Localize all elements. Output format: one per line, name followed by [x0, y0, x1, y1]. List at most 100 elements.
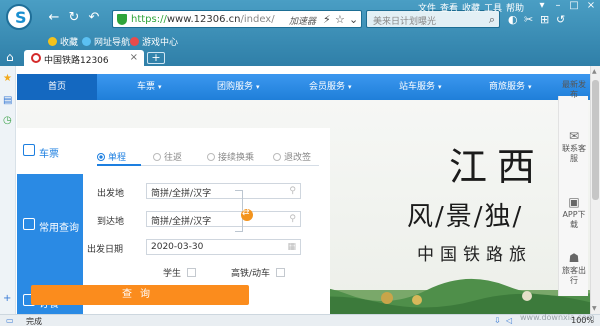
- bookmark-favorites[interactable]: 收藏: [48, 35, 78, 48]
- to-label: 到达地: [97, 217, 125, 227]
- trip-tab-label: 接续换乘: [218, 153, 255, 163]
- dropdown-icon[interactable]: ⌄: [349, 13, 358, 26]
- extension-icon[interactable]: ◐: [508, 13, 518, 26]
- refresh-icon[interactable]: ↻: [66, 10, 82, 26]
- grid-icon[interactable]: ⊞: [540, 13, 549, 26]
- url-scheme: https://: [131, 14, 167, 25]
- minimize-icon[interactable]: –: [550, 0, 566, 12]
- student-label: 学生: [163, 269, 182, 279]
- travel-info-button[interactable]: ☗ 旅客出行: [559, 252, 589, 286]
- page-icon: ▭: [6, 316, 14, 325]
- tab-12306[interactable]: 中国铁路12306 ×: [24, 50, 144, 66]
- status-text: 完成: [26, 317, 42, 326]
- from-station-input[interactable]: 简拼/全拼/汉字 ⚲: [146, 183, 301, 199]
- from-label: 出发地: [97, 189, 125, 199]
- skin-icon[interactable]: ▾: [534, 0, 550, 12]
- url-text: https://www.12306.cn/index/: [131, 14, 275, 25]
- scroll-down-icon[interactable]: ▼: [592, 305, 597, 312]
- chat-icon: ✉: [568, 129, 580, 143]
- undo-icon[interactable]: ↶: [86, 10, 102, 26]
- download-icon[interactable]: ⇩: [494, 316, 501, 325]
- nav-business[interactable]: 商旅服务 ▾: [489, 74, 532, 100]
- app-download-button[interactable]: ▣ APP下载: [559, 196, 589, 230]
- browser-logo[interactable]: [6, 4, 32, 30]
- lightning-icon[interactable]: ⚡: [323, 13, 331, 26]
- contact-service-button[interactable]: ✉ 联系客服: [559, 130, 589, 164]
- tab-common-query[interactable]: 常用查询: [17, 202, 83, 248]
- search-icon[interactable]: ⌕: [489, 13, 495, 27]
- highspeed-checkbox[interactable]: 高铁/动车: [231, 266, 286, 279]
- query-button[interactable]: 查询: [31, 285, 249, 305]
- history-clock-icon[interactable]: ◷: [3, 116, 13, 126]
- location-pin-icon: ⚲: [289, 214, 296, 224]
- menu-file[interactable]: 文件: [418, 1, 436, 14]
- nav-label: 车票: [137, 82, 156, 92]
- back-icon[interactable]: ←: [46, 10, 62, 26]
- menu-tools[interactable]: 工具: [484, 1, 502, 14]
- close-icon[interactable]: ×: [583, 0, 599, 12]
- reader-icon[interactable]: ▤: [3, 96, 13, 106]
- nav-home[interactable]: 首页: [17, 74, 97, 100]
- web-page: 首页 车票 ▾ 团购服务 ▾ 会员服务 ▾ 站车服务 ▾ 商旅服务 ▾ 江西 风/景/独/…: [17, 66, 590, 314]
- cut-icon[interactable]: ✂: [524, 13, 533, 26]
- panel-label: 旅客出行: [562, 266, 586, 285]
- to-station-input[interactable]: 简拼/全拼/汉字 ⚲: [146, 211, 301, 227]
- date-label: 出发日期: [87, 245, 124, 255]
- panel-label: 最新发布: [562, 80, 586, 99]
- tab-title: 中国铁路12306: [44, 56, 109, 66]
- railway-logo-icon: [31, 53, 41, 63]
- trip-tab-label: 单程: [108, 153, 127, 163]
- radio-icon: [97, 153, 105, 161]
- chevron-down-icon: ▾: [158, 83, 162, 91]
- tab-close-icon[interactable]: ×: [130, 52, 138, 63]
- address-bar[interactable]: https://www.12306.cn/index/ 加速器 ⚡ ☆ ⌄: [112, 10, 362, 28]
- url-path: /index/: [240, 14, 275, 25]
- bookmark-nav[interactable]: 网址导航: [82, 35, 130, 48]
- star-icon: [48, 37, 57, 46]
- search-placeholder: 美来日计划曝光: [373, 17, 437, 27]
- chevron-down-icon: ▾: [348, 83, 352, 91]
- student-checkbox[interactable]: 学生: [163, 266, 197, 279]
- left-sidebar: ★ ▤ ◷ +: [0, 66, 16, 314]
- swap-stations-button[interactable]: [241, 208, 253, 221]
- new-tab-button[interactable]: +: [147, 52, 165, 64]
- security-shield-icon: [117, 14, 127, 25]
- bookmark-games[interactable]: 游戏中心: [130, 35, 178, 48]
- chevron-down-icon: ▾: [438, 83, 442, 91]
- nav-label: 会员服务: [309, 82, 346, 92]
- ticket-icon: [23, 144, 35, 156]
- chevron-down-icon: ▾: [256, 83, 260, 91]
- scroll-up-icon[interactable]: ▲: [592, 68, 597, 75]
- checkbox-icon: [276, 268, 286, 277]
- trip-tab-label: 往返: [164, 153, 183, 163]
- nav-member[interactable]: 会员服务 ▾: [309, 74, 352, 100]
- tab-transfer[interactable]: 接续换乘: [207, 150, 254, 163]
- nav-tickets[interactable]: 车票 ▾: [137, 74, 162, 100]
- date-input[interactable]: 2020-03-30 ▦: [146, 239, 301, 255]
- tab-one-way[interactable]: 单程: [97, 150, 142, 166]
- star-icon[interactable]: ☆: [335, 13, 345, 26]
- nav-station[interactable]: 站车服务 ▾: [399, 74, 442, 100]
- zoom-level[interactable]: 100%: [571, 316, 594, 325]
- volume-icon[interactable]: ◁: [506, 316, 512, 325]
- maximize-icon[interactable]: □: [566, 0, 582, 12]
- radio-icon: [273, 153, 281, 161]
- tab-round-trip[interactable]: 往返: [153, 150, 182, 163]
- menu-view[interactable]: 查看: [440, 1, 458, 14]
- add-sidebar-icon[interactable]: +: [3, 294, 13, 304]
- calendar-icon[interactable]: ▦: [287, 242, 296, 252]
- undo-close-icon[interactable]: ↺: [556, 13, 565, 26]
- accelerator-label[interactable]: 加速器: [289, 14, 316, 27]
- tab-refund[interactable]: 退改签: [273, 150, 311, 163]
- latest-news-button[interactable]: 最新发布: [559, 80, 589, 100]
- favorites-star-icon[interactable]: ★: [3, 74, 13, 84]
- tab-tickets[interactable]: 车票: [17, 128, 83, 174]
- hero-subtitle: 风/景/独/: [407, 202, 524, 232]
- nav-group[interactable]: 团购服务 ▾: [217, 74, 260, 100]
- nav-label: 商旅服务: [489, 82, 526, 92]
- home-icon[interactable]: ⌂: [6, 50, 14, 64]
- menu-favorites[interactable]: 收藏: [462, 1, 480, 14]
- checkbox-icon: [187, 268, 197, 277]
- scroll-thumb[interactable]: [592, 80, 599, 200]
- vertical-scrollbar[interactable]: ▲ ▼: [590, 66, 600, 314]
